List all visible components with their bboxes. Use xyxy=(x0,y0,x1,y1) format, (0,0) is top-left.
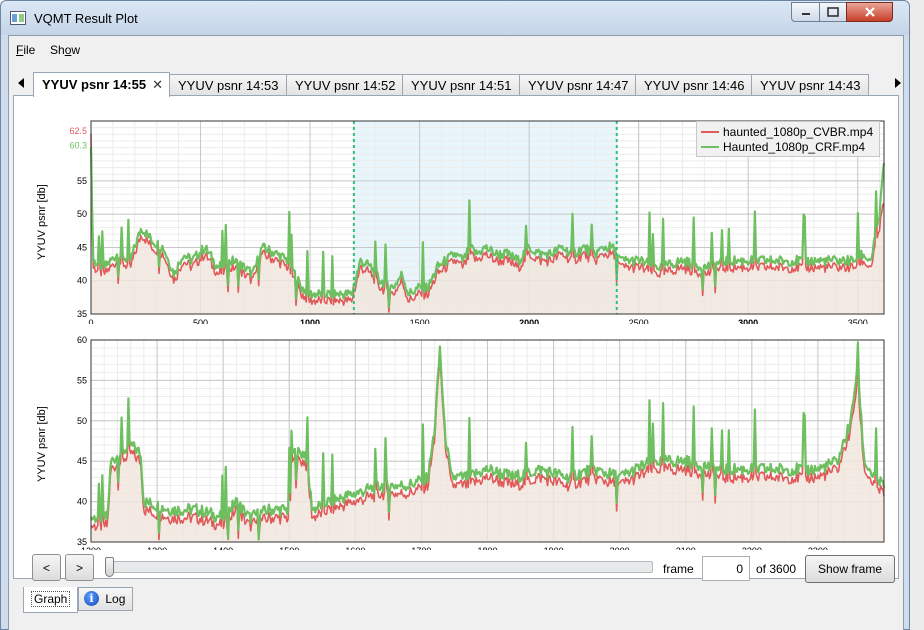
x-tick-label: 1900 xyxy=(544,546,564,550)
tab-label: YYUV psnr 14:55 xyxy=(42,77,147,92)
tab-close-icon[interactable]: ✕ xyxy=(152,77,163,93)
x-tick-label: 1300 xyxy=(147,546,167,550)
tab-scroll-left-icon[interactable] xyxy=(18,78,24,88)
tab-yyuv-psnr-1447[interactable]: YYUV psnr 14:47 xyxy=(519,74,636,96)
tab-label: YYUV psnr 14:52 xyxy=(295,78,396,93)
info-icon: i xyxy=(84,591,99,607)
tab-yyuv-psnr-1452[interactable]: YYUV psnr 14:52 xyxy=(286,74,403,96)
tab-label: YYUV psnr 14:51 xyxy=(411,78,512,93)
plot-tab-bar: YYUV psnr 14:55 ✕ YYUV psnr 14:53 YYUV p… xyxy=(9,72,903,97)
tab-yyuv-psnr-1446[interactable]: YYUV psnr 14:46 xyxy=(635,74,752,96)
menu-bar: File Show xyxy=(9,36,903,62)
max-value-label: 60.3 xyxy=(69,141,87,151)
legend-label: Haunted_1080p_CRF.mp4 xyxy=(723,139,866,154)
bottom-tab-log[interactable]: i Log xyxy=(78,587,133,611)
y-tick-label: 40 xyxy=(77,497,87,507)
x-tick-label: 1600 xyxy=(345,546,365,550)
y-tick-label: 40 xyxy=(77,276,87,286)
x-tick-label: 1700 xyxy=(411,546,431,550)
frame-slider-handle[interactable] xyxy=(105,557,114,577)
title-bar[interactable]: VQMT Result Plot xyxy=(1,1,909,35)
y-tick-label: 35 xyxy=(77,537,87,547)
x-tick-label: 2000 xyxy=(610,546,630,550)
max-value-label: 62.5 xyxy=(69,126,87,136)
menu-show-label: w xyxy=(71,43,81,57)
frame-count-label: of 3600 xyxy=(756,562,797,576)
zoom-plot[interactable]: YYUV psnr [db] 1200130014001500160017001… xyxy=(14,324,898,550)
legend-entry-crf: Haunted_1080p_CRF.mp4 xyxy=(701,139,873,154)
maximize-icon xyxy=(827,7,839,17)
tab-label: YYUV psnr 14:47 xyxy=(528,78,629,93)
legend-label: haunted_1080p_CVBR.mp4 xyxy=(723,124,874,139)
y-tick-label: 55 xyxy=(77,176,87,186)
background-edge xyxy=(910,0,924,630)
menu-show[interactable]: Show xyxy=(50,43,80,57)
close-button[interactable] xyxy=(846,2,893,22)
graph-tab-label: Graph xyxy=(31,591,71,607)
frame-number-input[interactable] xyxy=(702,556,750,581)
minimize-button[interactable] xyxy=(791,2,819,22)
legend: haunted_1080p_CVBR.mp4 Haunted_1080p_CRF… xyxy=(696,121,881,157)
maximize-button[interactable] xyxy=(819,2,846,22)
y-tick-label: 50 xyxy=(77,416,87,426)
tab-yyuv-psnr-1453[interactable]: YYUV psnr 14:53 xyxy=(169,74,287,96)
close-icon xyxy=(864,7,875,17)
bottom-tab-graph[interactable]: Graph xyxy=(23,587,78,613)
next-frame-button[interactable]: > xyxy=(65,554,94,581)
log-tab-label: Log xyxy=(105,591,126,606)
frame-slider-track[interactable] xyxy=(108,561,653,573)
result-plot-window: VQMT Result Plot File Show YYUV psnr 14:… xyxy=(0,0,910,630)
x-tick-label: 2200 xyxy=(742,546,762,550)
tab-label: YYUV psnr 14:53 xyxy=(178,78,279,93)
tab-yyuv-psnr-1443[interactable]: YYUV psnr 14:43 xyxy=(751,74,869,96)
legend-swatch-red xyxy=(701,130,719,133)
show-frame-button[interactable]: Show frame xyxy=(805,555,895,583)
frame-label: frame xyxy=(663,562,694,576)
tab-label: YYUV psnr 14:46 xyxy=(644,78,745,93)
legend-swatch-green xyxy=(701,145,719,148)
tab-yyuv-psnr-1455[interactable]: YYUV psnr 14:55 ✕ xyxy=(33,72,170,97)
client-area: File Show YYUV psnr 14:55 ✕ YYUV psnr 14… xyxy=(8,35,904,630)
zoom-plot-canvas[interactable]: 1200130014001500160017001800190020002100… xyxy=(14,324,898,550)
x-tick-label: 1800 xyxy=(477,546,497,550)
tab-yyuv-psnr-1451[interactable]: YYUV psnr 14:51 xyxy=(402,74,520,96)
minimize-icon xyxy=(801,13,810,15)
overview-plot[interactable]: YYUV psnr [db] 0 500 1000 1500 2000 2500 3000 3… xyxy=(14,96,898,324)
tab-label: YYUV psnr 14:43 xyxy=(760,78,861,93)
menu-show-label-pre: Sh xyxy=(50,43,65,57)
prev-frame-button[interactable]: < xyxy=(32,554,61,581)
y-tick-label: 45 xyxy=(77,242,87,252)
graph-panel: YYUV psnr [db] 0 500 1000 1500 2000 2500 3000 3… xyxy=(13,95,899,579)
legend-entry-cvbr: haunted_1080p_CVBR.mp4 xyxy=(701,124,873,139)
x-tick-label: 1500 xyxy=(279,546,299,550)
x-tick-label: 1400 xyxy=(213,546,233,550)
x-tick-label: 2300 xyxy=(808,546,828,550)
tab-scroll-right-icon[interactable] xyxy=(895,78,901,88)
y-tick-label: 45 xyxy=(77,456,87,466)
y-tick-label: 55 xyxy=(77,375,87,385)
menu-file-label: ile xyxy=(23,43,36,57)
y-tick-label: 60 xyxy=(77,335,87,345)
y-tick-label: 35 xyxy=(77,309,87,319)
x-tick-label: 2100 xyxy=(676,546,696,550)
menu-file[interactable]: File xyxy=(16,43,35,57)
app-icon xyxy=(10,11,26,25)
window-title: VQMT Result Plot xyxy=(34,11,138,26)
y-tick-label: 50 xyxy=(77,209,87,219)
